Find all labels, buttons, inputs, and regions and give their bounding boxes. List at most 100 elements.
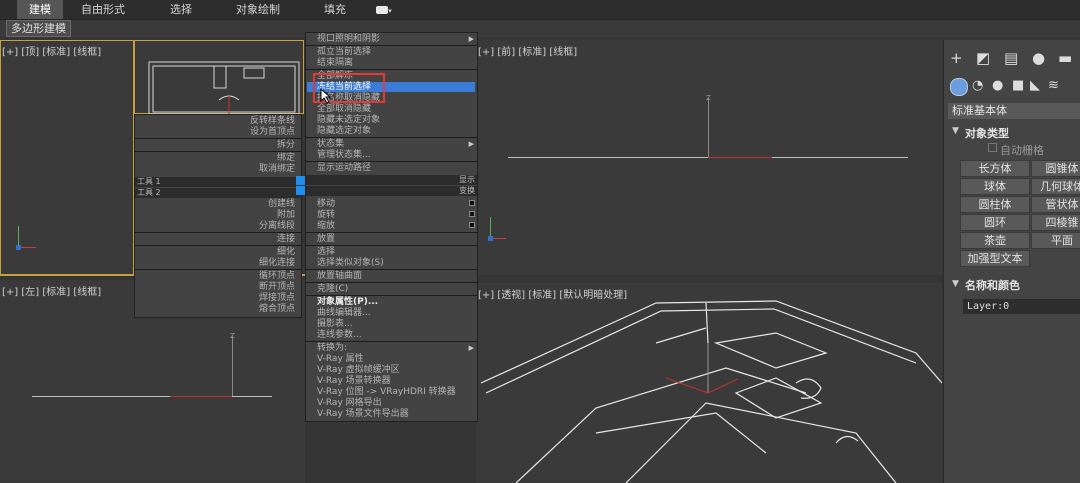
sphere-button[interactable]: 球体 (960, 178, 1030, 195)
rollout-collapse-icon[interactable]: ▼ (952, 126, 959, 136)
menu-item-vray-properties[interactable]: V-Ray 属性 (317, 354, 364, 364)
modify-tab-icon[interactable]: ◩ (976, 50, 990, 66)
menu-item-cycle-vertices[interactable]: 循环顶点 (259, 271, 295, 281)
menu-separator (306, 269, 477, 270)
teapot-button[interactable]: 茶壶 (960, 232, 1030, 249)
cameras-icon[interactable]: ■ (1012, 78, 1024, 94)
ribbon-toggle-icon[interactable]: ▾ (370, 0, 398, 19)
viewport-top-label[interactable]: [+] [顶] [标准] [线框] (2, 43, 101, 58)
tab-modeling[interactable]: 建模 (17, 0, 63, 19)
menu-item-vray-mesh-export[interactable]: V-Ray 网格导出 (317, 398, 382, 408)
cylinder-button[interactable]: 圆柱体 (960, 196, 1030, 213)
textplus-button[interactable]: 加强型文本 (960, 250, 1030, 267)
menu-item-convert-to[interactable]: 转换为: (317, 343, 347, 353)
spacewarps-icon[interactable]: ≋ (1048, 78, 1059, 94)
menu-item-vray-bitmap-converter[interactable]: V-Ray 位图 -> VRayHDRI 转换器 (317, 387, 456, 397)
menu-item-refine[interactable]: 细化 (277, 247, 295, 257)
menu-item-unbind[interactable]: 取消绑定 (259, 164, 295, 174)
menu-separator (135, 138, 301, 139)
autogrid-label: 自动栅格 (1000, 144, 1044, 157)
menu-item-manage-state-sets[interactable]: 管理状态集... (317, 150, 371, 160)
name-color-header[interactable]: 名称和颜色 (965, 277, 1020, 293)
menu-item-place[interactable]: 放置 (317, 234, 335, 244)
menu-item-viewport-lighting[interactable]: 视口照明和阴影 (317, 34, 380, 44)
lights-icon[interactable]: ● (992, 78, 1003, 94)
menu-item-reverse-spline[interactable]: 反转样条线 (250, 116, 295, 126)
tab-selection[interactable]: 选择 (158, 0, 204, 19)
menu-item-select[interactable]: 选择 (317, 247, 335, 257)
menu-item-state-sets[interactable]: 状态集 (317, 139, 344, 149)
motion-tab-icon[interactable]: ● (1032, 50, 1045, 66)
menu-item-rotate[interactable]: 旋转 (317, 210, 335, 220)
viewport-top-upper[interactable] (134, 40, 304, 114)
menu-item-isolate-selection[interactable]: 孤立当前选择 (317, 47, 371, 57)
menu-item-hide-unselected[interactable]: 隐藏未选定对象 (317, 115, 380, 125)
menu-item-curve-editor[interactable]: 曲线编辑器... (317, 308, 371, 318)
cone-button[interactable]: 圆锥体 (1031, 160, 1080, 177)
menu-item-motion-paths[interactable]: 显示运动路径 (317, 163, 371, 173)
torus-button[interactable]: 圆环 (960, 214, 1030, 231)
menu-item-break-vertices[interactable]: 断开顶点 (259, 282, 295, 292)
menu-item-scale[interactable]: 缩放 (317, 221, 335, 231)
autogrid-checkbox[interactable] (988, 143, 997, 152)
settings-box-icon[interactable] (469, 211, 475, 217)
geosphere-button[interactable]: 几何球体 (1031, 178, 1080, 195)
settings-box-icon[interactable] (469, 222, 475, 228)
menu-item-place-pivot-surface[interactable]: 放置轴曲面 (317, 271, 362, 281)
menu-item-select-similar[interactable]: 选择类似对象(S) (317, 258, 384, 268)
menu-item-clone[interactable]: 克隆(C) (317, 284, 348, 294)
subtab-polygon-modeling[interactable]: 多边形建模 (6, 20, 71, 37)
menu-item-connect[interactable]: 连接 (277, 234, 295, 244)
quad-title-transform: 变换 (306, 186, 477, 196)
tab-populate[interactable]: 填充 (315, 0, 355, 19)
menu-item-wire-parameters[interactable]: 连线参数... (317, 330, 362, 340)
display-tab-icon[interactable]: ▬ (1058, 50, 1072, 66)
geometry-icon[interactable] (950, 78, 968, 96)
create-tab-icon[interactable]: + (950, 50, 963, 66)
menu-item-detach-segment[interactable]: 分离线段 (259, 221, 295, 231)
quad-title-tools2: 工具 2 (135, 188, 303, 198)
helpers-icon[interactable]: ◣ (1030, 78, 1040, 94)
menu-separator (306, 245, 477, 246)
submenu-arrow-icon: ▶ (468, 344, 474, 352)
menu-separator (306, 137, 477, 138)
plane-button[interactable]: 平面 (1031, 232, 1080, 249)
menu-item-dope-sheet[interactable]: 摄影表... (317, 319, 353, 329)
primitive-type-dropdown[interactable]: 标准基本体 (948, 103, 1080, 119)
menu-item-end-isolate[interactable]: 结束隔离 (317, 58, 353, 68)
settings-box-icon[interactable] (469, 200, 475, 206)
left-z-axis (232, 336, 233, 396)
menu-item-weld-vertices[interactable]: 焊接顶点 (259, 293, 295, 303)
rollout-collapse-icon[interactable]: ▼ (952, 279, 959, 289)
menu-item-create-line[interactable]: 创建线 (268, 199, 295, 209)
menu-item-hide-selection[interactable]: 隐藏选定对象 (317, 126, 371, 136)
submenu-arrow-icon: ▶ (468, 35, 474, 43)
hierarchy-tab-icon[interactable]: ▤ (1004, 50, 1018, 66)
object-name-field[interactable]: Layer:0 (963, 299, 1080, 314)
menu-item-vray-scene-export[interactable]: V-Ray 场景文件导出器 (317, 409, 409, 419)
menu-item-object-properties[interactable]: 对象属性(P)... (317, 297, 378, 307)
tab-freeform[interactable]: 自由形式 (72, 0, 134, 19)
viewport-left-label[interactable]: [+] [左] [标准] [线框] (2, 283, 101, 298)
menu-item-refine-connect[interactable]: 细化连接 (259, 258, 295, 268)
menu-separator (135, 245, 301, 246)
shapes-icon[interactable]: ◔ (972, 78, 983, 94)
tube-button[interactable]: 管状体 (1031, 196, 1080, 213)
object-type-header[interactable]: 对象类型 (965, 125, 1009, 141)
viewport-front[interactable]: [+] [前] [标准] [线框] Z (476, 40, 942, 275)
menu-item-vray-vfb[interactable]: V-Ray 虚拟帧缓冲区 (317, 365, 400, 375)
viewport-perspective[interactable]: [+] [透视] [标准] [默认明暗处理] (476, 283, 942, 483)
menu-item-move[interactable]: 移动 (317, 199, 335, 209)
viewport-perspective-label[interactable]: [+] [透视] [标准] [默认明暗处理] (478, 286, 627, 301)
viewport-top[interactable]: [+] [顶] [标准] [线框] (0, 40, 134, 275)
menu-item-attach[interactable]: 附加 (277, 210, 295, 220)
menu-item-fuse-vertices[interactable]: 熔合顶点 (259, 304, 295, 314)
menu-item-bind[interactable]: 绑定 (277, 153, 295, 163)
menu-item-make-first[interactable]: 设为首顶点 (250, 127, 295, 137)
pyramid-button[interactable]: 四棱锥 (1031, 214, 1080, 231)
box-button[interactable]: 长方体 (960, 160, 1030, 177)
menu-item-vray-scene-converter[interactable]: V-Ray 场景转换器 (317, 376, 391, 386)
tab-object-paint[interactable]: 对象绘制 (227, 0, 289, 19)
menu-item-divide[interactable]: 拆分 (277, 140, 295, 150)
viewport-front-label[interactable]: [+] [前] [标准] [线框] (478, 43, 577, 58)
